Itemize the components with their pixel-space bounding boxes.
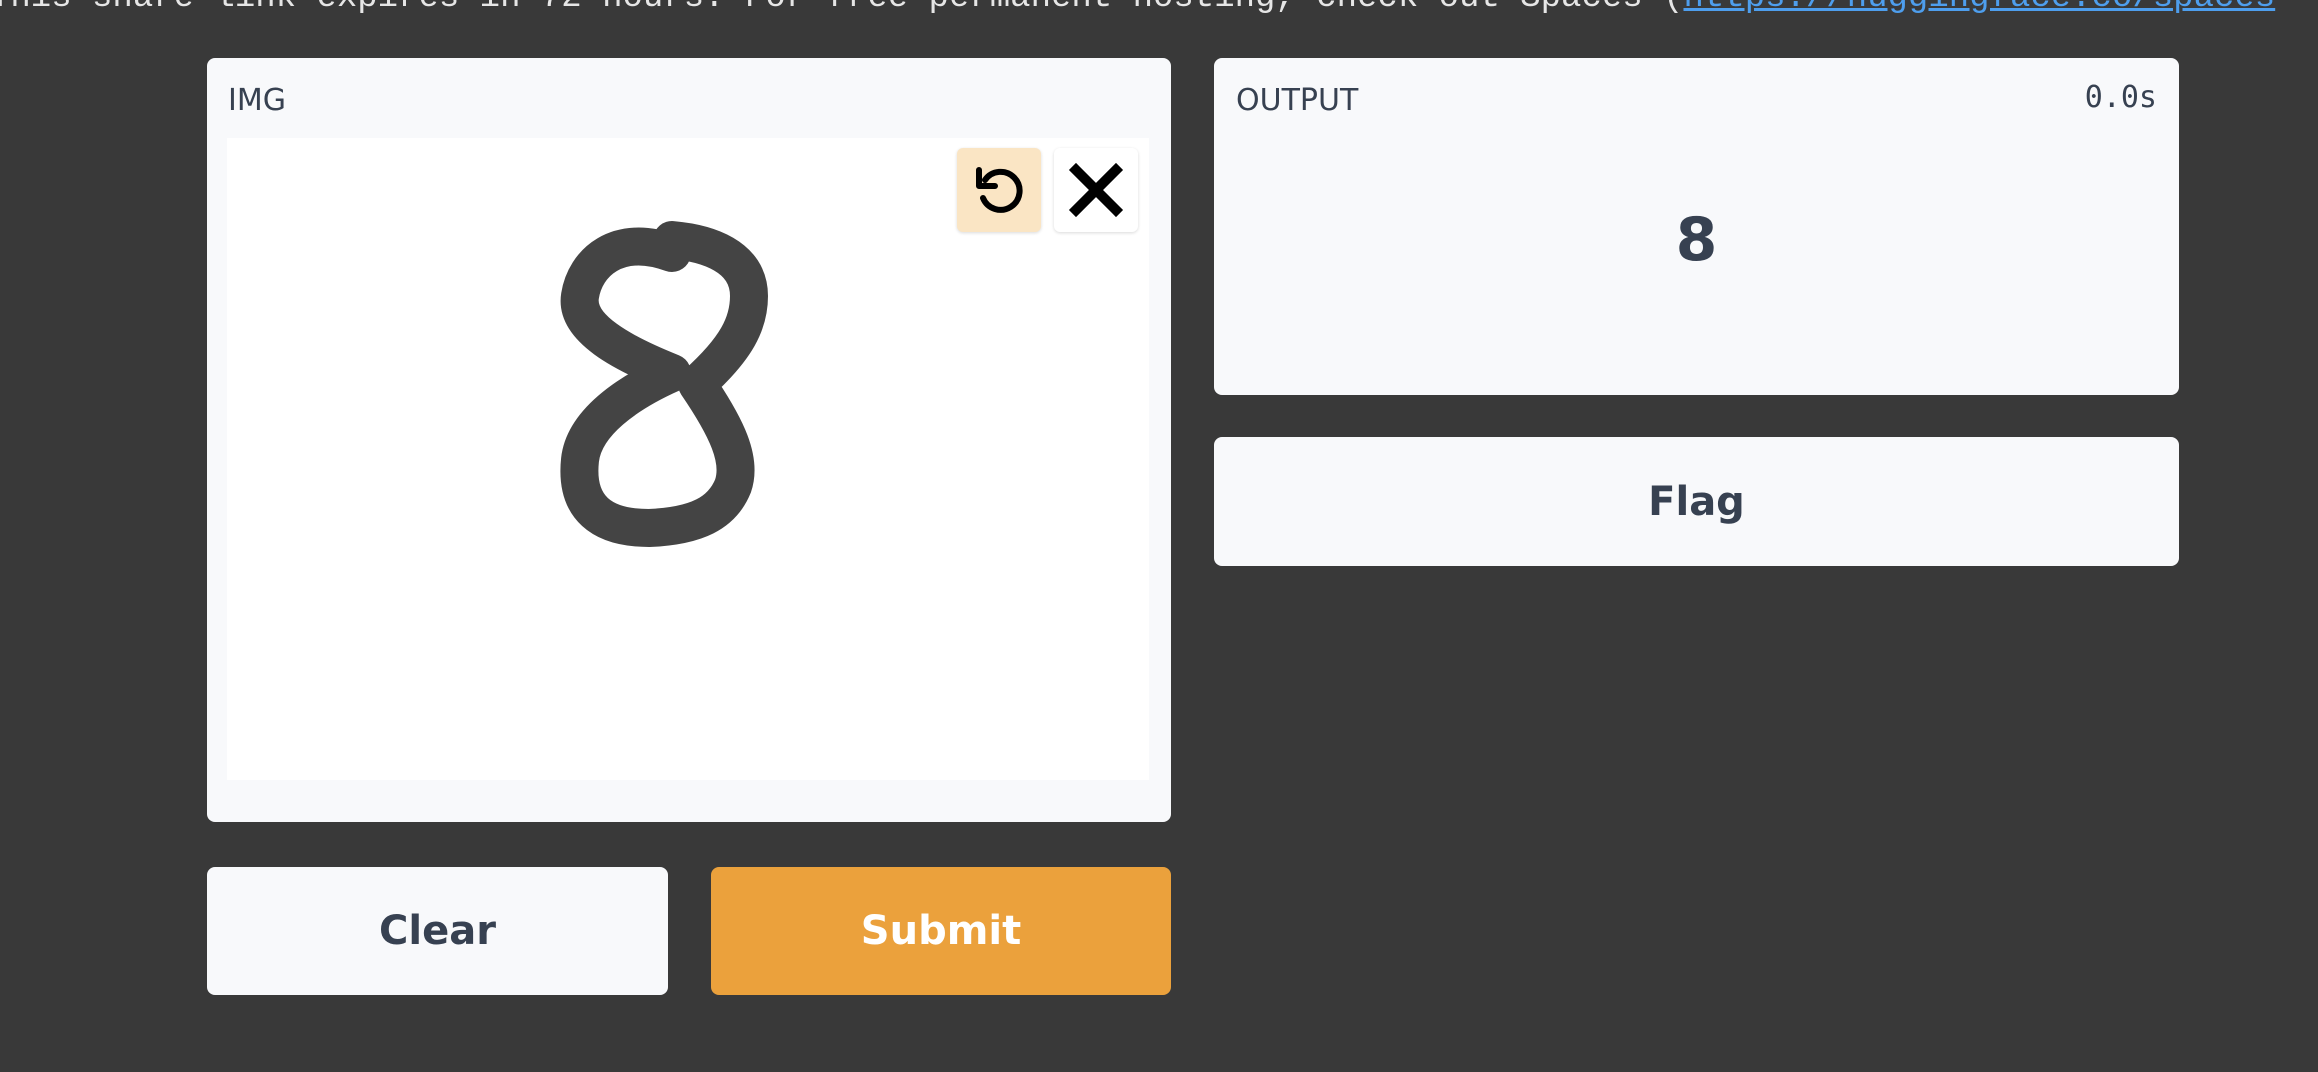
output-label: OUTPUT (1236, 83, 1359, 118)
undo-button[interactable] (957, 148, 1041, 232)
sketch-canvas[interactable] (227, 138, 1149, 780)
spaces-link[interactable]: https://huggingface.co/spaces (1683, 0, 2275, 17)
input-label: IMG (228, 83, 286, 118)
clear-button[interactable]: Clear (207, 867, 668, 995)
close-icon (1068, 162, 1124, 218)
submit-button[interactable]: Submit (711, 867, 1171, 995)
inference-timer: 0.0s (2084, 80, 2157, 115)
image-input-panel: IMG (207, 58, 1171, 822)
undo-icon (976, 167, 1023, 213)
flag-button[interactable]: Flag (1214, 437, 2179, 566)
share-link-banner: This share link expires in 72 hours. For… (0, 0, 2318, 18)
clear-canvas-button[interactable] (1054, 148, 1138, 232)
digit-drawing (560, 221, 768, 547)
label-output-panel: OUTPUT 0.0s 8 (1214, 58, 2179, 395)
banner-text: This share link expires in 72 hours. For… (0, 0, 1683, 17)
predicted-label: 8 (1675, 205, 1718, 275)
